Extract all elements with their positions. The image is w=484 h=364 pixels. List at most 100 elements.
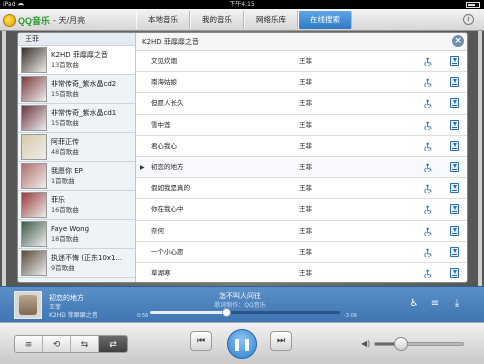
album-song-count: 48首歌曲 [51, 148, 79, 156]
song-artist: 王菲 [299, 226, 312, 235]
search-results-panel: 王菲 K2HD 菲靡靡之音 13首歌曲 非常传奇_紫水晶cd2 15首歌曲 非常传奇_紫… [17, 32, 468, 283]
playlist-button[interactable]: ≡ [15, 336, 43, 352]
album-item[interactable]: 我愿你 EP 1首歌曲 [18, 162, 135, 191]
song-title: 一个小心愿 [151, 247, 184, 256]
album-song-count: 15首歌曲 [51, 90, 79, 98]
song-row[interactable]: 奈何 王菲 [136, 221, 467, 242]
song-row[interactable]: 雪中莲 王菲 [136, 115, 467, 136]
time-remaining: -3:06 [344, 313, 358, 319]
share-icon[interactable] [424, 184, 433, 194]
song-artist: 王菲 [299, 205, 312, 214]
download-icon[interactable] [450, 98, 459, 109]
album-text: 非常传奇_紫水晶cd2 15首歌曲 [51, 79, 116, 99]
song-artist: 王菲 [299, 57, 312, 65]
now-playing-cover[interactable] [14, 291, 42, 319]
progress-knob[interactable] [222, 308, 231, 317]
share-icon[interactable] [424, 227, 433, 236]
share-icon[interactable] [424, 57, 433, 66]
repeat-one-button[interactable]: ⟲ [43, 336, 71, 352]
share-icon[interactable] [424, 248, 433, 257]
album-title: 菲乐 [51, 196, 65, 204]
album-text: Faye Wong 18首歌曲 [51, 224, 89, 244]
share-icon[interactable]: ♿ [407, 297, 421, 311]
album-item[interactable]: Faye Wong 18首歌曲 [18, 220, 135, 249]
album-item[interactable]: K2HD 菲靡靡之音 13首歌曲 [18, 46, 135, 75]
song-title: 初恋的地方 [151, 162, 184, 171]
song-row[interactable]: ▶ 初恋的地方 王菲 [136, 156, 467, 179]
loop-button[interactable]: ⇄ [99, 336, 127, 352]
shuffle-button[interactable]: ⇆ [71, 336, 99, 352]
album-text: K2HD 菲靡靡之音 13首歌曲 [51, 50, 108, 70]
album-item[interactable]: 非常传奇_紫水晶cd2 15首歌曲 [18, 75, 135, 104]
album-item[interactable]: 执迷不悔 (正东10x1... 9首歌曲 [18, 249, 135, 278]
song-artist: 王菲 [299, 268, 312, 277]
song-row[interactable]: 但愿人长久 王菲 [136, 93, 467, 115]
tab-2[interactable]: 我的音乐 [190, 11, 244, 29]
artist-header: 王菲 [18, 33, 135, 46]
album-title: 非常传奇_紫水晶cd1 [51, 109, 117, 117]
download-icon[interactable] [450, 161, 459, 172]
album-title: 非常传奇_紫水晶cd2 [51, 80, 117, 88]
share-icon[interactable] [424, 205, 433, 215]
song-list: K2HD 菲靡靡之音 又见炊烟 王菲 南海姑娘 王菲 但愿人长久 王菲 雪中莲 王菲 君心我心王… [136, 33, 467, 282]
tab-3[interactable]: 网络乐库 [244, 11, 298, 29]
download-icon[interactable] [450, 246, 459, 257]
battery-group [464, 0, 480, 9]
album-cover [21, 221, 47, 247]
album-title: 执迷不悔 (正东10x1... [51, 254, 123, 262]
album-text: 阿菲正传 48首歌曲 [51, 137, 79, 157]
song-row[interactable]: 假如我是真的 王菲 [136, 178, 467, 200]
album-cover [21, 250, 47, 276]
volume-knob[interactable] [394, 337, 409, 351]
album-cover [21, 76, 47, 102]
next-button[interactable]: ⏭ [270, 331, 292, 351]
share-icon[interactable] [424, 121, 433, 130]
previous-button[interactable]: ⏮ [190, 331, 212, 351]
download-icon[interactable] [450, 204, 459, 215]
album-cover [21, 134, 47, 160]
download-icon[interactable] [450, 140, 459, 151]
album-song-count: 1首歌曲 [51, 177, 75, 185]
song-row[interactable]: 草湖寒 王菲 [136, 263, 467, 282]
download-icon[interactable] [450, 267, 459, 278]
album-title: K2HD 菲靡靡之音 [51, 51, 108, 59]
song-row[interactable]: 你在我心中 王菲 [136, 199, 467, 221]
volume-slider[interactable] [374, 337, 464, 351]
song-artist: 王菲 [299, 120, 312, 129]
download-icon[interactable] [450, 183, 459, 194]
download-icon[interactable] [450, 119, 459, 130]
download-icon[interactable] [450, 77, 459, 88]
share-icon[interactable] [424, 269, 433, 278]
song-row[interactable]: 南海姑娘 王菲 [136, 72, 467, 94]
tab-1[interactable]: 本地音乐 [136, 11, 190, 29]
album-item[interactable]: 阿菲正传 48首歌曲 [18, 133, 135, 162]
song-title: 雪中莲 [151, 120, 171, 129]
main-tabs: 本地音乐 我的音乐 网络乐库 在线搜索 [136, 11, 352, 29]
song-row[interactable]: 君心我心 王菲 [136, 136, 467, 157]
share-icon[interactable] [424, 142, 433, 151]
progress-slider[interactable] [150, 308, 340, 317]
album-song-count: 15首歌曲 [51, 119, 79, 127]
download-icon[interactable] [450, 225, 459, 236]
song-title: 君心我心 [151, 141, 177, 150]
song-title: 奈何 [151, 226, 164, 235]
album-item[interactable]: 菲乐 16首歌曲 [18, 191, 135, 220]
share-icon[interactable] [424, 78, 433, 88]
app-name: QQ音乐 [18, 15, 51, 26]
song-row[interactable]: 又见炊烟 王菲 [136, 51, 467, 73]
song-row[interactable]: 一个小心愿 王菲 [136, 242, 467, 263]
share-icon[interactable] [424, 99, 433, 109]
pause-button[interactable]: ❚❚ [227, 329, 257, 359]
song-title: 又见炊烟 [151, 57, 177, 65]
battery-icon [466, 1, 480, 8]
download-icon[interactable] [450, 56, 459, 66]
progress-fill [150, 311, 226, 314]
lyrics-toggle-icon[interactable]: ≡ [428, 297, 442, 311]
download-icon[interactable]: ⤓ [450, 297, 464, 311]
tab-4[interactable]: 在线搜索 [298, 11, 352, 29]
share-icon[interactable] [424, 163, 433, 172]
close-button[interactable]: × [451, 34, 465, 48]
app-logo[interactable]: QQ音乐 - 天/月亮 [3, 12, 85, 28]
info-button[interactable]: i [463, 14, 474, 25]
album-item[interactable]: 非常传奇_紫水晶cd1 15首歌曲 [18, 104, 135, 133]
